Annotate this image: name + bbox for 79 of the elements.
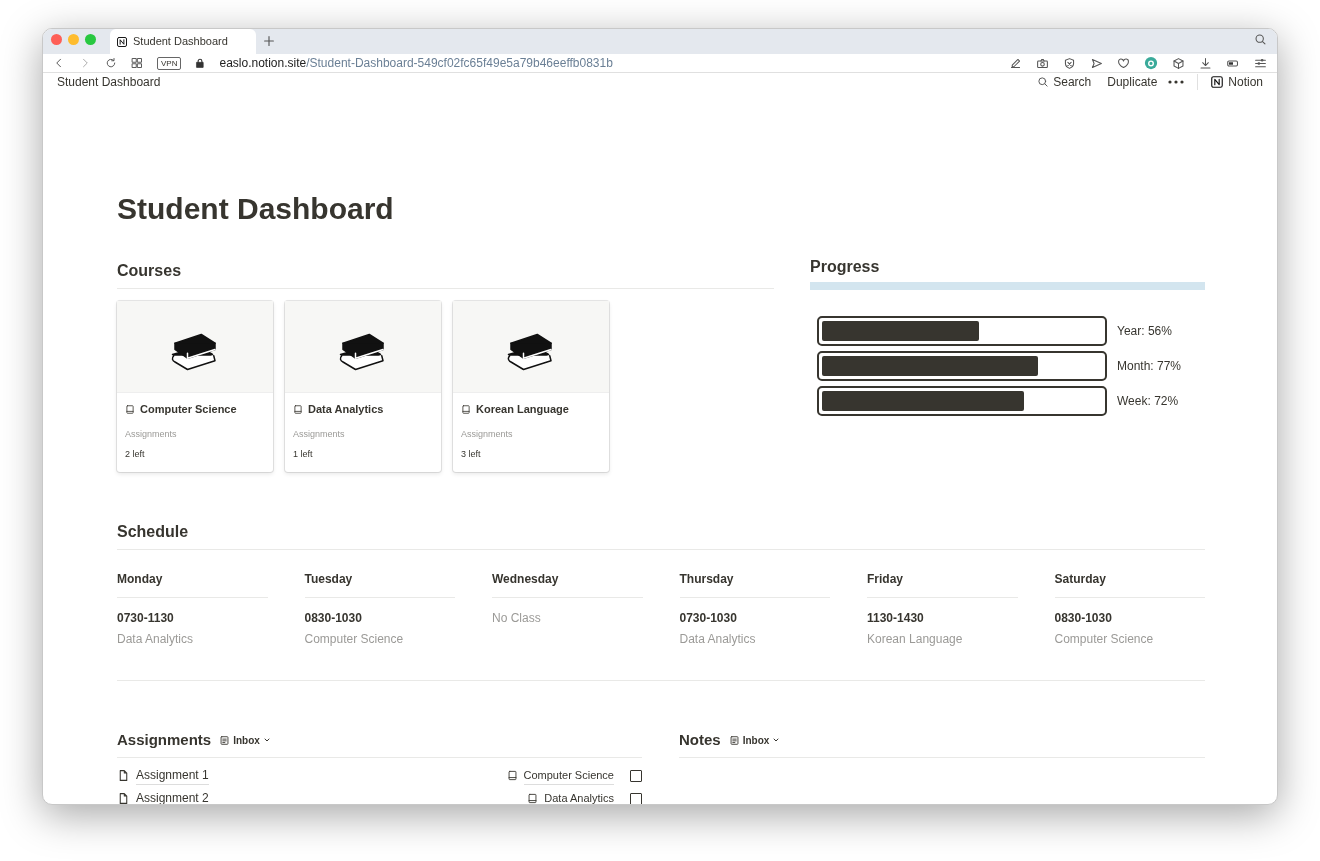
page-icon <box>117 769 130 783</box>
view-dropdown[interactable]: Inbox <box>219 732 271 748</box>
heart-icon[interactable] <box>1117 56 1130 70</box>
day-heading: Thursday <box>679 569 830 598</box>
extension-icon[interactable] <box>1144 56 1158 70</box>
progress-label: Year: 56% <box>1117 323 1172 341</box>
edit-icon[interactable] <box>1009 56 1022 70</box>
property-label: Assignments <box>293 427 346 441</box>
property-label: Assignments <box>125 427 178 441</box>
download-icon[interactable] <box>1199 56 1212 70</box>
database-title: Assignments <box>117 729 212 750</box>
lock-icon <box>195 57 206 69</box>
grid-icon[interactable] <box>131 57 143 69</box>
class-time: 0730-1030 <box>679 609 738 627</box>
progress-label: Week: 72% <box>1117 393 1179 411</box>
new-tab-icon[interactable] <box>262 34 276 48</box>
list-icon <box>219 734 231 746</box>
class-course: Data Analytics <box>679 630 757 648</box>
course-name: Korean Language <box>476 402 569 418</box>
view-dropdown[interactable]: Inbox <box>728 732 781 748</box>
class-course: Computer Science <box>1054 630 1155 648</box>
book-icon <box>506 770 518 782</box>
assignment-link[interactable]: Assignment 1 <box>136 766 209 786</box>
class-time: 0830-1030 <box>1054 609 1113 627</box>
class-course: Computer Science <box>304 630 405 648</box>
list-icon <box>728 734 740 746</box>
camera-icon[interactable] <box>1036 56 1049 70</box>
course-name: Computer Science <box>140 402 237 418</box>
property-value: 1 left <box>293 448 314 462</box>
notion-logo-icon <box>1210 75 1225 89</box>
browser-tab[interactable]: Student Dashboard <box>110 29 256 54</box>
class-time: 0730-1130 <box>117 609 175 627</box>
class-time: 0830-1030 <box>304 609 363 627</box>
book-icon <box>527 793 539 804</box>
section-heading: Courses <box>117 261 774 290</box>
menu-icon[interactable] <box>1254 56 1267 70</box>
notion-logo-icon <box>116 35 128 48</box>
notion-button[interactable]: Notion <box>1210 73 1263 91</box>
book-icon <box>461 403 471 415</box>
class-course: Data Analytics <box>117 630 195 648</box>
page-title: Student Dashboard <box>117 191 395 227</box>
cube-icon[interactable] <box>1172 56 1185 70</box>
course-link[interactable]: Computer Science <box>523 767 614 785</box>
day-heading: Monday <box>117 569 268 598</box>
checkbox[interactable] <box>630 792 642 804</box>
course-card[interactable]: Korean Language Assignments 3 left <box>453 301 609 472</box>
course-card[interactable]: Computer Science Assignments 2 left <box>117 301 273 472</box>
class-time: 1130-1430 <box>867 609 925 627</box>
day-heading: Wednesday <box>492 569 643 598</box>
day-heading: Saturday <box>1054 569 1205 598</box>
property-value: 3 left <box>461 448 482 462</box>
vpn-badge[interactable]: VPN <box>157 56 182 70</box>
checkbox[interactable] <box>630 769 642 782</box>
duplicate-button[interactable]: Duplicate <box>1107 73 1158 91</box>
day-heading: Tuesday <box>304 569 455 598</box>
book-icon <box>125 403 135 415</box>
reload-icon[interactable] <box>105 57 117 69</box>
property-label: Assignments <box>461 427 514 441</box>
section-heading: Schedule <box>117 521 1205 550</box>
shield-icon[interactable] <box>1063 56 1076 70</box>
class-course: Korean Language <box>867 630 964 648</box>
search-icon <box>1037 76 1050 88</box>
section-heading: Progress <box>810 257 881 277</box>
property-value: 2 left <box>125 448 146 462</box>
breadcrumb-link[interactable]: Student Dashboard <box>57 73 161 91</box>
send-icon[interactable] <box>1090 56 1103 70</box>
book-icon <box>293 403 303 415</box>
database-title: Notes <box>679 729 721 750</box>
progress-label: Month: 77% <box>1117 358 1182 376</box>
course-name: Data Analytics <box>308 402 384 418</box>
page-icon <box>117 792 130 804</box>
assignment-link[interactable]: Assignment 2 <box>136 789 209 804</box>
url-field[interactable]: easlo.notion.site/Student-Dashboard-549cf02fc65f49e5a79b46eeffb0831b <box>219 54 613 72</box>
course-link[interactable]: Data Analytics <box>544 790 614 804</box>
search-icon[interactable] <box>1254 33 1267 46</box>
search-button[interactable]: Search <box>1037 73 1092 91</box>
no-class-text: No Class <box>492 609 542 627</box>
course-card[interactable]: Data Analytics Assignments 1 left <box>285 301 441 472</box>
day-heading: Friday <box>867 569 1018 598</box>
